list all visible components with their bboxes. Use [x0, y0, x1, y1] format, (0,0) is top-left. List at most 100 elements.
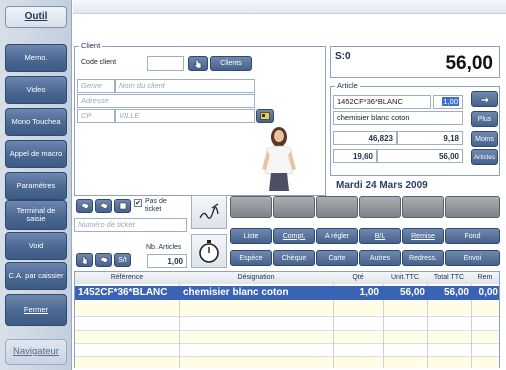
row-divider	[75, 356, 499, 357]
sidebar-item-fermer[interactable]: Fermer	[5, 294, 67, 326]
row-designation: chemisier blanc coton	[183, 287, 289, 298]
grey-button-2[interactable]	[273, 196, 315, 218]
cp-input[interactable]: CP	[77, 109, 115, 123]
sidebar: Outil Memo. Video Mono Touchea Appel de …	[0, 0, 72, 370]
hand-icon	[80, 202, 89, 210]
nb-articles-value: 1,00	[147, 254, 187, 268]
row-reference: 1452CF*36*BLANC	[78, 287, 168, 298]
autres-button[interactable]: Autres	[359, 250, 401, 266]
top-strip	[73, 0, 506, 14]
card-icon	[260, 112, 270, 120]
client-legend: Client	[79, 41, 103, 50]
nb-articles-label: Nb. Articles	[146, 244, 182, 251]
empty-row	[75, 302, 499, 315]
sidebar-item-outil[interactable]: Outil	[5, 6, 67, 28]
carte-button[interactable]: Carte	[316, 250, 358, 266]
client-search-button[interactable]	[188, 56, 208, 71]
bl-button[interactable]: B/L	[359, 228, 401, 244]
sidebar-item-parametres[interactable]: Paramètres	[5, 172, 67, 200]
article-value-1: 46,823	[333, 131, 397, 145]
genre-input[interactable]: Genre	[77, 79, 115, 93]
remise-button[interactable]: Remise	[402, 228, 444, 244]
ticket-icon-button-1[interactable]	[76, 199, 93, 213]
article-designation-input[interactable]: chemisier blanc coton	[333, 111, 463, 125]
article-quantity-input[interactable]: 1,00	[433, 95, 463, 109]
a-regler-button[interactable]: A régler	[316, 228, 358, 244]
grey-button-5[interactable]	[402, 196, 444, 218]
stopwatch-icon	[199, 240, 219, 263]
sidebar-item-void[interactable]: Void	[5, 232, 67, 260]
document-icon	[119, 202, 126, 210]
grey-button-3[interactable]	[316, 196, 358, 218]
timer-button[interactable]	[191, 234, 227, 268]
date-text: Mardi 24 Mars 2009	[336, 180, 428, 191]
liste-button[interactable]: Liste	[230, 228, 272, 244]
articles-button[interactable]: Articles	[471, 149, 498, 165]
adresse-input[interactable]: Adresse	[77, 94, 255, 108]
cheque-button[interactable]: Chèque	[273, 250, 315, 266]
hand-pointer-icon	[480, 96, 489, 104]
article-value-4: 56,00	[377, 149, 463, 163]
summary-panel: S:0 56,00	[330, 46, 500, 78]
ticket-icon-button-2[interactable]	[95, 199, 112, 213]
hand-icon	[99, 256, 108, 264]
ticket-icon-button-3[interactable]	[114, 199, 131, 213]
row-divider	[75, 343, 499, 344]
column-header-total-ttc: Total TTC	[427, 272, 471, 284]
grey-button-6[interactable]	[445, 196, 500, 218]
bl-label: B/L	[374, 232, 386, 240]
article-reference-input[interactable]: 1452CF*36*BLANC	[333, 95, 431, 109]
article-search-button[interactable]	[471, 91, 498, 107]
signature-icon	[199, 203, 219, 219]
sidebar-item-terminal-de-saisie[interactable]: Terminal de saisie	[5, 200, 67, 230]
st-icon-button-2[interactable]	[95, 253, 112, 267]
column-header-unit-ttc: Unit.TTC	[383, 272, 427, 284]
moins-button[interactable]: Moins	[471, 131, 498, 147]
fond-button[interactable]: Fond	[445, 228, 500, 244]
plus-button[interactable]: Plus	[471, 111, 498, 127]
numero-ticket-input[interactable]: Numéro de ticket	[74, 218, 187, 232]
row-divider	[75, 330, 499, 331]
st-button[interactable]: S/t	[114, 253, 131, 267]
code-client-label: Code client	[81, 59, 117, 66]
total-amount: 56,00	[445, 53, 493, 74]
sidebar-item-ca-par-caissier[interactable]: C.A. par caissier	[5, 262, 67, 290]
pas-de-ticket-checkbox[interactable]: ✔	[134, 199, 142, 207]
grey-button-4[interactable]	[359, 196, 401, 218]
column-header-rem: Rem	[471, 272, 499, 284]
article-group: Article 1452CF*36*BLANC 1,00 chemisier b…	[330, 81, 500, 176]
status-text: S:0	[335, 51, 351, 62]
product-photo	[259, 125, 299, 191]
espece-button[interactable]: Espèce	[230, 250, 272, 266]
grey-button-1[interactable]	[230, 196, 272, 218]
hand-icon	[99, 202, 108, 210]
ticket-lines-table: Référence Désignation Qté Unit.TTC Total…	[74, 271, 500, 368]
ville-input[interactable]: VILLE	[115, 109, 255, 123]
envoi-button[interactable]: Envoi	[445, 250, 500, 266]
card-button[interactable]	[256, 109, 274, 123]
sidebar-item-navigateur[interactable]: Navigateur	[5, 339, 67, 365]
clients-button[interactable]: Clients	[210, 56, 252, 71]
nom-client-input[interactable]: Nom du client	[115, 79, 255, 93]
empty-row	[75, 356, 499, 368]
row-qte: 1,00	[359, 287, 379, 298]
st-icon-button-1[interactable]	[76, 253, 93, 267]
row-total-ttc: 56,00	[443, 287, 469, 298]
article-quantity-value: 1,00	[442, 97, 459, 106]
compt-button[interactable]: Compt.	[273, 228, 315, 244]
sidebar-item-appel-de-macro[interactable]: Appel de macro	[5, 140, 67, 168]
compt-label: Compt.	[282, 232, 306, 240]
article-value-3: 19,60	[333, 149, 377, 163]
column-header-qte: Qté	[333, 272, 383, 284]
sidebar-item-video[interactable]: Video	[5, 76, 67, 104]
sidebar-item-mono-touchea[interactable]: Mono Touchea	[5, 108, 67, 136]
redress-button[interactable]: Redress.	[402, 250, 444, 266]
row-unit-ttc: 56,00	[399, 287, 425, 298]
sidebar-item-memo[interactable]: Memo.	[5, 44, 67, 72]
code-client-input[interactable]	[147, 56, 184, 71]
article-legend: Article	[335, 81, 360, 90]
hand-pointer-icon	[193, 59, 202, 68]
signature-button[interactable]	[191, 195, 227, 229]
article-value-2: 9,18	[397, 131, 463, 145]
empty-row	[75, 330, 499, 343]
